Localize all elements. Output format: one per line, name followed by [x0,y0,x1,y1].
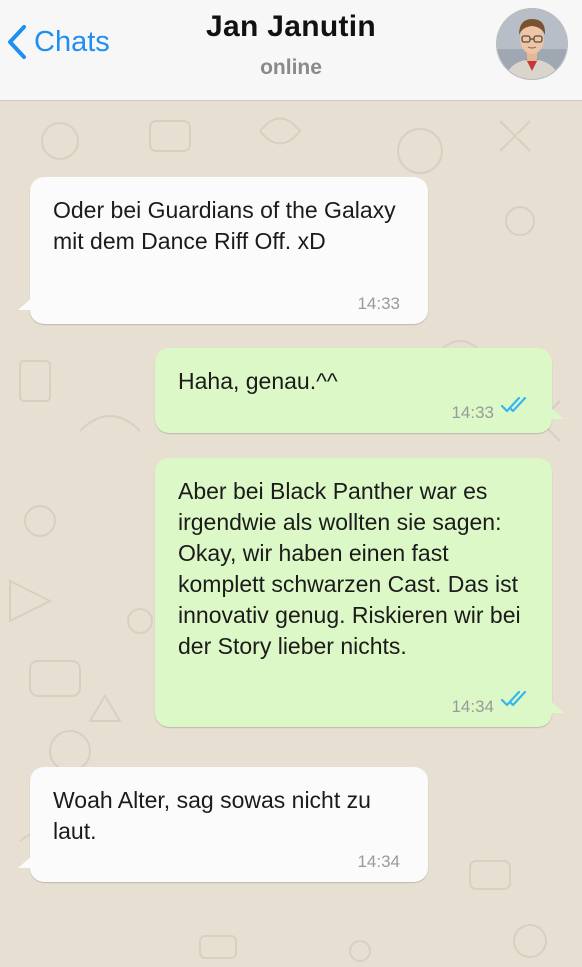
message-text: Aber bei Black Panther war es irgendwie … [178,478,521,659]
contact-name[interactable]: Jan Janutin [0,10,582,44]
message-text: Woah Alter, sag sowas nicht zu laut. [53,787,371,844]
bubble-tail [548,405,564,419]
message-time: 14:33 [357,294,400,313]
message-incoming[interactable]: Oder bei Guardians of the Galaxy mit dem… [18,177,428,324]
message-outgoing[interactable]: Aber bei Black Panther war es irgendwie … [155,458,564,727]
contact-status: online [260,56,322,79]
message-time: 14:34 [357,852,400,871]
message-time: 14:33 [451,403,494,422]
bubble-tail [18,296,34,310]
message-incoming[interactable]: Woah Alter, sag sowas nicht zu laut. 14:… [18,767,428,882]
bubble-tail [548,699,564,713]
read-receipt-icon [500,391,532,422]
bubble-tail [18,854,34,868]
message-text: Oder bei Guardians of the Galaxy mit dem… [53,197,396,254]
read-receipt-icon [500,685,532,716]
chat-header: Chats Jan Janutin online [0,0,582,101]
avatar[interactable] [496,8,568,80]
message-time: 14:34 [451,697,494,716]
message-text: Haha, genau.^^ [178,368,338,394]
chat-screen: Chats Jan Janutin online Oder bei Guardi… [0,0,582,967]
message-list[interactable]: Oder bei Guardians of the Galaxy mit dem… [0,101,582,967]
message-outgoing[interactable]: Haha, genau.^^ 14:33 [155,348,564,433]
